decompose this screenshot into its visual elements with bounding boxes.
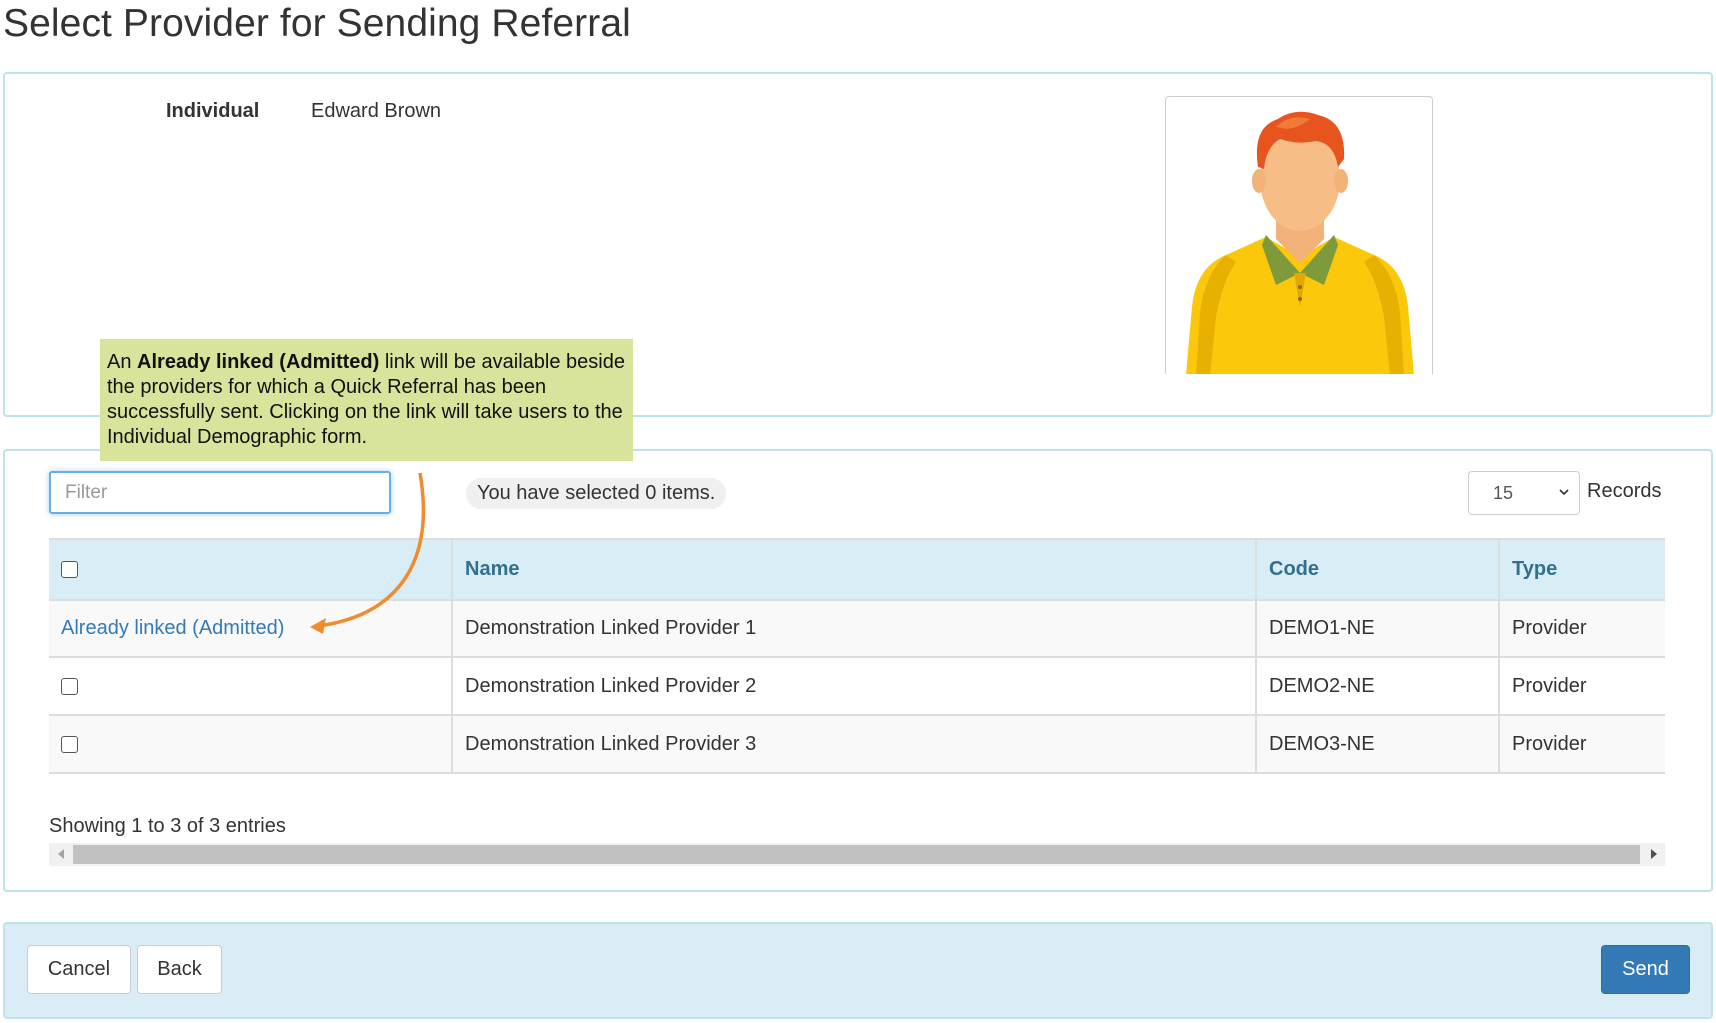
scroll-left-icon[interactable] [58,849,64,859]
row-checkbox[interactable] [61,677,78,695]
scrollbar-thumb[interactable] [73,845,1640,864]
records-per-page-select[interactable]: 15 [1468,471,1580,515]
pagination-info: Showing 1 to 3 of 3 entries [49,815,286,837]
cancel-button[interactable]: Cancel [27,945,131,994]
table-row: Demonstration Linked Provider 2 DEMO2-NE… [49,657,1665,716]
filter-input[interactable] [49,471,391,514]
select-all-header [49,538,453,601]
select-all-checkbox[interactable] [61,561,78,579]
chevron-down-icon [1559,489,1569,496]
provider-name-cell: Demonstration Linked Provider 2 [452,657,1257,716]
individual-photo [1165,96,1433,374]
table-row: Demonstration Linked Provider 3 DEMO3-NE… [49,715,1665,774]
selection-count-badge: You have selected 0 items. [466,478,727,509]
table-header-row: Name Code Type [49,538,1665,601]
row-checkbox[interactable] [61,735,78,753]
callout-prefix: An [107,351,138,373]
providers-table: Name Code Type Already linked (Admitted)… [49,538,1665,774]
already-linked-link[interactable]: Already linked (Admitted) [61,617,284,639]
provider-name-cell: Demonstration Linked Provider 3 [452,715,1257,774]
annotation-callout: An Already linked (Admitted) link will b… [100,339,633,461]
send-button[interactable]: Send [1601,945,1690,994]
provider-type-cell: Provider [1499,657,1665,716]
provider-code-cell: DEMO2-NE [1256,657,1500,716]
records-value: 15 [1493,483,1514,503]
provider-code-cell: DEMO1-NE [1256,600,1500,658]
provider-name-cell: Demonstration Linked Provider 1 [452,600,1257,658]
scroll-right-icon[interactable] [1651,849,1657,859]
row-select-cell [49,715,453,774]
callout-bold: Already linked (Admitted) [137,351,380,373]
page-title: Select Provider for Sending Referral [3,2,631,45]
records-label: Records [1587,480,1662,502]
horizontal-scrollbar[interactable] [49,843,1665,866]
column-header-name[interactable]: Name [452,538,1257,601]
provider-code-cell: DEMO3-NE [1256,715,1500,774]
person-avatar-icon [1186,111,1414,374]
column-header-code[interactable]: Code [1256,538,1500,601]
row-select-cell: Already linked (Admitted) [49,600,453,658]
table-row: Already linked (Admitted) Demonstration … [49,600,1665,658]
individual-label: Individual [166,100,260,122]
back-button[interactable]: Back [137,945,222,994]
provider-type-cell: Provider [1499,600,1665,658]
provider-type-cell: Provider [1499,715,1665,774]
action-bar [3,922,1713,1019]
individual-name: Edward Brown [311,100,442,122]
column-header-type[interactable]: Type [1499,538,1665,601]
row-select-cell [49,657,453,716]
